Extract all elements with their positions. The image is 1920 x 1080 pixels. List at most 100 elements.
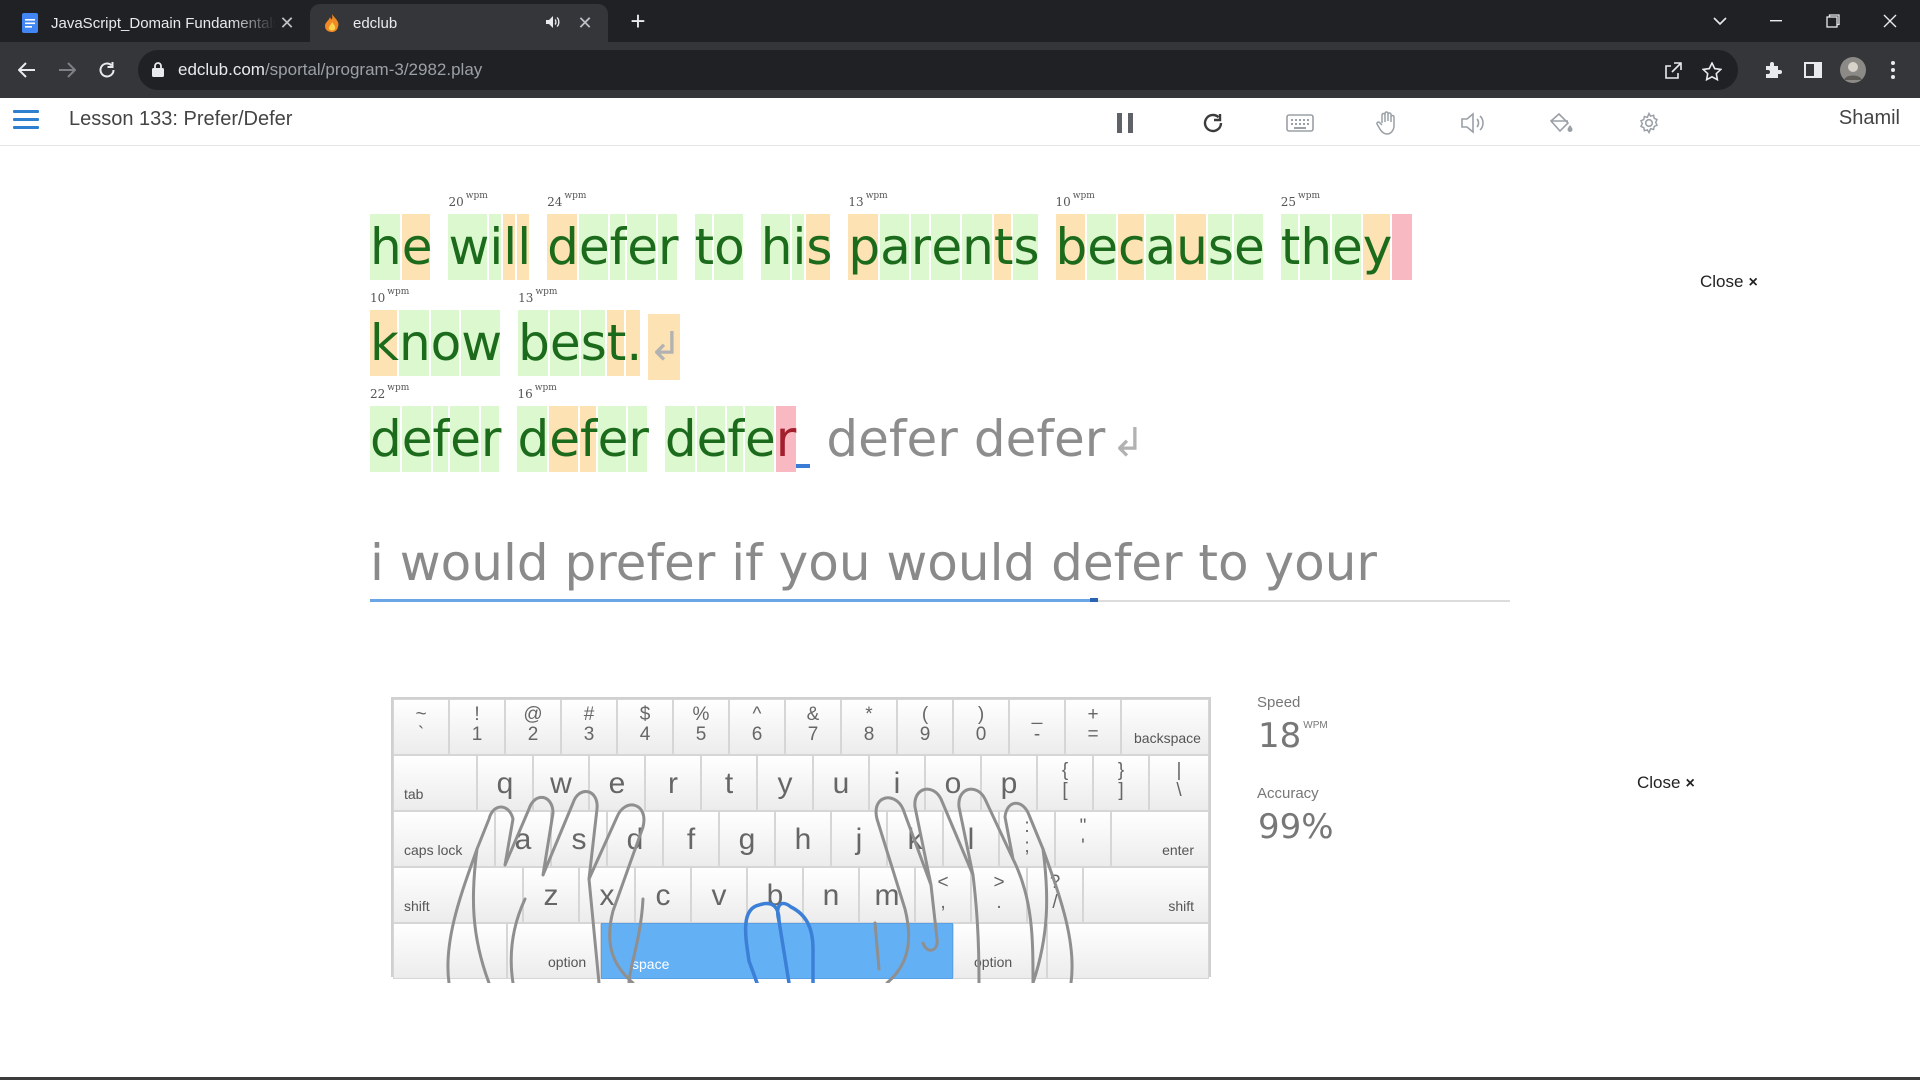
chrome-menu-kebab-icon[interactable] bbox=[1879, 56, 1907, 84]
key-w[interactable]: w bbox=[533, 755, 589, 811]
pause-icon[interactable] bbox=[1110, 108, 1140, 138]
side-panel-icon[interactable] bbox=[1799, 56, 1827, 84]
key-1[interactable]: ! 1 bbox=[449, 699, 505, 755]
key-a[interactable]: a bbox=[495, 811, 551, 867]
key-x[interactable]: x bbox=[579, 867, 635, 923]
key-][interactable]: }] bbox=[1093, 755, 1149, 811]
tab-edclub[interactable]: edclub ✕ bbox=[310, 4, 608, 42]
key-8[interactable]: * 8 bbox=[841, 699, 897, 755]
key-b[interactable]: b bbox=[747, 867, 803, 923]
tab-close-icon[interactable]: ✕ bbox=[276, 13, 298, 34]
key-k[interactable]: k bbox=[887, 811, 943, 867]
key-s[interactable]: s bbox=[551, 811, 607, 867]
key-'[interactable]: " ' bbox=[1055, 811, 1111, 867]
hand-icon[interactable] bbox=[1372, 108, 1402, 138]
minimize-icon[interactable] bbox=[1756, 6, 1796, 36]
key-q[interactable]: q bbox=[477, 755, 533, 811]
key-[[interactable]: {[ bbox=[1037, 755, 1093, 811]
key-o[interactable]: o bbox=[925, 755, 981, 811]
new-tab-plus-icon[interactable]: + bbox=[624, 8, 652, 36]
word-wpm-label: 10 wpm bbox=[1055, 191, 1095, 209]
close-typing-panel-link[interactable]: Close × bbox=[1700, 272, 1758, 292]
restart-icon[interactable] bbox=[1198, 108, 1228, 138]
typed-char: e bbox=[696, 406, 728, 472]
typed-char: t bbox=[694, 214, 715, 280]
space-key[interactable]: space bbox=[601, 923, 953, 979]
key-2[interactable]: @2 bbox=[505, 699, 561, 755]
extensions-puzzle-icon[interactable] bbox=[1759, 56, 1787, 84]
url-text[interactable]: edclub.com/sportal/program-3/2982.play bbox=[178, 60, 482, 80]
typed-char: b bbox=[518, 310, 550, 376]
key-=[interactable]: + = bbox=[1065, 699, 1121, 755]
key-f[interactable]: f bbox=[663, 811, 719, 867]
key-m[interactable]: m bbox=[859, 867, 915, 923]
key-3[interactable]: #3 bbox=[561, 699, 617, 755]
shift-left-key[interactable]: shift bbox=[393, 867, 523, 923]
typed-char: a bbox=[1145, 214, 1177, 280]
key-n[interactable]: n bbox=[803, 867, 859, 923]
address-bar[interactable]: edclub.com/sportal/program-3/2982.play bbox=[138, 50, 1738, 90]
close-stats-panel-link[interactable]: Close × bbox=[1637, 773, 1695, 793]
key-z[interactable]: z bbox=[523, 867, 579, 923]
key-r[interactable]: r bbox=[645, 755, 701, 811]
key-,[interactable]: <, bbox=[915, 867, 971, 923]
reload-icon[interactable] bbox=[93, 56, 121, 84]
hamburger-menu-icon[interactable] bbox=[13, 110, 39, 132]
key-l[interactable]: l bbox=[943, 811, 999, 867]
key-u[interactable]: u bbox=[813, 755, 869, 811]
profile-avatar[interactable] bbox=[1839, 56, 1867, 84]
key-t[interactable]: t bbox=[701, 755, 757, 811]
key-/[interactable]: ? / bbox=[1027, 867, 1083, 923]
key-d[interactable]: d bbox=[607, 811, 663, 867]
backspace-key[interactable]: backspace bbox=[1121, 699, 1209, 755]
tab-docs[interactable]: JavaScript_Domain Fundamentals ✕ bbox=[8, 4, 310, 42]
key-i[interactable]: i bbox=[869, 755, 925, 811]
key-7[interactable]: & 7 bbox=[785, 699, 841, 755]
key-y[interactable]: y bbox=[757, 755, 813, 811]
close-window-icon[interactable] bbox=[1870, 6, 1910, 36]
tab-key[interactable]: tab bbox=[393, 755, 477, 811]
share-icon[interactable] bbox=[1662, 60, 1684, 82]
bookmark-star-icon[interactable] bbox=[1701, 60, 1723, 82]
typed-char: r bbox=[480, 406, 502, 472]
username[interactable]: Shamil bbox=[1839, 107, 1900, 130]
key--[interactable]: _ - bbox=[1009, 699, 1065, 755]
restore-window-icon[interactable] bbox=[1813, 6, 1853, 36]
key-\[interactable]: | \ bbox=[1149, 755, 1209, 811]
key-0[interactable]: ) 0 bbox=[953, 699, 1009, 755]
key-p[interactable]: p bbox=[981, 755, 1037, 811]
option-right-key[interactable]: option bbox=[953, 923, 1047, 979]
option-left-key[interactable]: option bbox=[507, 923, 601, 979]
key-4[interactable]: $4 bbox=[617, 699, 673, 755]
key-5[interactable]: % 5 bbox=[673, 699, 729, 755]
typing-area[interactable]: he 20 wpm will 24 wpm defer to his 13 wpm parents 10… bbox=[370, 191, 1510, 602]
shift-right-key[interactable]: shift bbox=[1083, 867, 1209, 923]
key-c[interactable]: c bbox=[635, 867, 691, 923]
tab-search-chevron-icon[interactable] bbox=[1700, 6, 1740, 36]
key-h[interactable]: h bbox=[775, 811, 831, 867]
control-key[interactable] bbox=[393, 923, 507, 979]
key-9[interactable]: (9 bbox=[897, 699, 953, 755]
paint-bucket-icon[interactable] bbox=[1546, 108, 1576, 138]
caps-lock-key[interactable]: caps lock bbox=[393, 811, 495, 867]
speaker-audio-icon[interactable] bbox=[546, 15, 560, 32]
key-6[interactable]: ^ 6 bbox=[729, 699, 785, 755]
back-arrow-icon[interactable] bbox=[13, 56, 41, 84]
keyboard-icon[interactable] bbox=[1285, 108, 1315, 138]
word-wpm-label: 25 wpm bbox=[1280, 191, 1320, 209]
key-v[interactable]: v bbox=[691, 867, 747, 923]
sound-icon[interactable] bbox=[1459, 108, 1489, 138]
enter-key[interactable]: enter bbox=[1111, 811, 1209, 867]
lock-icon[interactable] bbox=[152, 62, 164, 82]
key-;[interactable]: :; bbox=[999, 811, 1055, 867]
key-`[interactable]: ~ ` bbox=[393, 699, 449, 755]
word-wpm-label: 13 wpm bbox=[848, 191, 888, 209]
settings-gear-icon[interactable] bbox=[1634, 108, 1664, 138]
key-g[interactable]: g bbox=[719, 811, 775, 867]
key-.[interactable]: >. bbox=[971, 867, 1027, 923]
tab-close-icon[interactable]: ✕ bbox=[574, 13, 596, 34]
key-j[interactable]: j bbox=[831, 811, 887, 867]
forward-arrow-icon[interactable] bbox=[53, 56, 81, 84]
command-key[interactable] bbox=[1047, 923, 1209, 979]
key-e[interactable]: e bbox=[589, 755, 645, 811]
